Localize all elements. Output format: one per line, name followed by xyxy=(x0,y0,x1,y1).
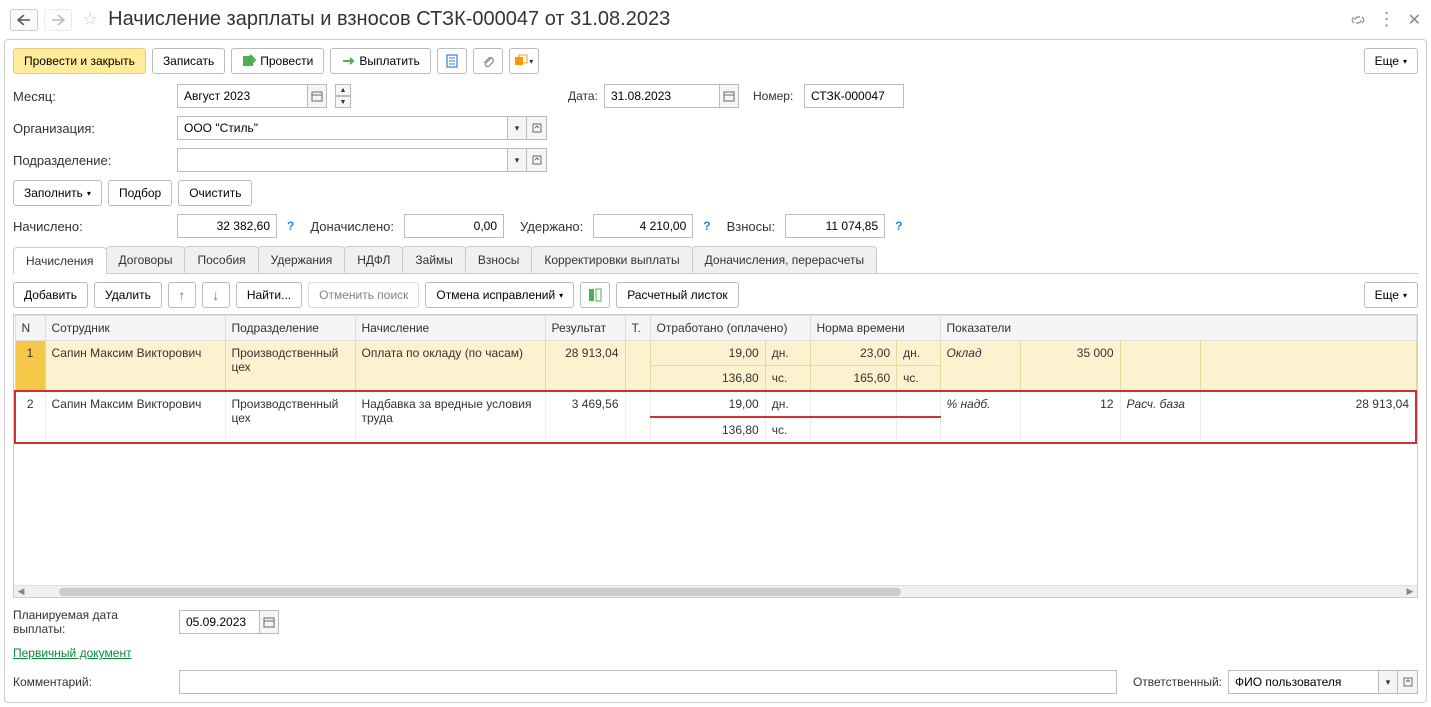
accrued-label: Начислено: xyxy=(13,219,171,234)
plan-date-calendar-button[interactable] xyxy=(259,610,279,634)
payslip-button[interactable]: Расчетный листок xyxy=(616,282,738,308)
withheld-label: Удержано: xyxy=(520,219,583,234)
tab-deductions[interactable]: Удержания xyxy=(258,246,346,273)
add-row-button[interactable]: Добавить xyxy=(13,282,88,308)
tab-accruals[interactable]: Начисления xyxy=(13,247,107,274)
move-up-button[interactable]: ↑ xyxy=(168,282,196,308)
move-down-button[interactable]: ↓ xyxy=(202,282,230,308)
dept-label: Подразделение: xyxy=(13,153,171,168)
comment-label: Комментарий: xyxy=(13,675,173,689)
date-calendar-button[interactable] xyxy=(719,84,739,108)
col-norm[interactable]: Норма времени xyxy=(810,316,940,341)
contrib-value[interactable] xyxy=(785,214,885,238)
tab-payment-corrections[interactable]: Корректировки выплаты xyxy=(531,246,692,273)
clear-button[interactable]: Очистить xyxy=(178,180,252,206)
col-worked[interactable]: Отработано (оплачено) xyxy=(650,316,810,341)
show-details-button[interactable] xyxy=(580,282,610,308)
contrib-label: Взносы: xyxy=(727,219,776,234)
cancel-find-button: Отменить поиск xyxy=(308,282,419,308)
cancel-corrections-button[interactable]: Отмена исправлений ▾ xyxy=(425,282,574,308)
month-label: Месяц: xyxy=(13,89,171,104)
tab-contributions[interactable]: Взносы xyxy=(465,246,532,273)
addl-accrued-value[interactable] xyxy=(404,214,504,238)
col-indicators[interactable]: Показатели xyxy=(940,316,1416,341)
responsible-label: Ответственный: xyxy=(1133,675,1222,689)
col-accrual[interactable]: Начисление xyxy=(355,316,545,341)
more-button[interactable]: Еще ▾ xyxy=(1364,48,1418,74)
responsible-input[interactable] xyxy=(1228,670,1378,694)
write-button[interactable]: Записать xyxy=(152,48,225,74)
withheld-help-icon[interactable]: ? xyxy=(703,219,710,233)
dept-input[interactable] xyxy=(177,148,507,172)
nav-forward-button[interactable] xyxy=(44,9,72,31)
delete-row-button[interactable]: Удалить xyxy=(94,282,162,308)
withheld-value[interactable] xyxy=(593,214,693,238)
month-input[interactable] xyxy=(177,84,307,108)
comment-input[interactable] xyxy=(179,670,1117,694)
close-icon[interactable]: ✕ xyxy=(1408,10,1421,30)
favorite-star-icon[interactable]: ☆ xyxy=(82,9,98,30)
primary-document-link[interactable]: Первичный документ xyxy=(13,646,132,660)
tab-loans[interactable]: Займы xyxy=(402,246,466,273)
pay-button[interactable]: Выплатить xyxy=(330,48,431,74)
table-more-button[interactable]: Еще ▾ xyxy=(1364,282,1418,308)
accrued-help-icon[interactable]: ? xyxy=(287,219,294,233)
tab-benefits[interactable]: Пособия xyxy=(184,246,258,273)
col-n[interactable]: N xyxy=(15,316,45,341)
org-open-button[interactable] xyxy=(527,116,547,140)
contrib-help-icon[interactable]: ? xyxy=(895,219,902,233)
addl-accrued-label: Доначислено: xyxy=(310,219,394,234)
tab-recalculations[interactable]: Доначисления, перерасчеты xyxy=(692,246,877,273)
dept-dropdown-button[interactable]: ▾ xyxy=(507,148,527,172)
col-t[interactable]: Т. xyxy=(625,316,650,341)
col-dept[interactable]: Подразделение xyxy=(225,316,355,341)
create-based-icon-button[interactable]: ▾ xyxy=(509,48,539,74)
date-input[interactable] xyxy=(604,84,719,108)
page-title: Начисление зарплаты и взносов СТЗК-00004… xyxy=(108,8,1343,31)
table-row[interactable]: 1 Сапин Максим Викторович Производственн… xyxy=(15,341,1416,366)
tab-contracts[interactable]: Договоры xyxy=(106,246,186,273)
responsible-open-button[interactable] xyxy=(1398,670,1418,694)
pick-button[interactable]: Подбор xyxy=(108,180,172,206)
attachment-icon-button[interactable] xyxy=(473,48,503,74)
col-employee[interactable]: Сотрудник xyxy=(45,316,225,341)
date-label: Дата: xyxy=(568,89,598,103)
plan-date-label: Планируемая дата выплаты: xyxy=(13,608,173,636)
fill-button[interactable]: Заполнить ▾ xyxy=(13,180,102,206)
number-input[interactable] xyxy=(804,84,904,108)
org-input[interactable] xyxy=(177,116,507,140)
table-row[interactable]: 2 Сапин Максим Викторович Производственн… xyxy=(15,391,1416,417)
month-up-button[interactable]: ▲ xyxy=(335,84,351,96)
accruals-table[interactable]: N Сотрудник Подразделение Начисление Рез… xyxy=(14,315,1417,444)
org-label: Организация: xyxy=(13,121,171,136)
accrued-value[interactable] xyxy=(177,214,277,238)
post-and-close-button[interactable]: Провести и закрыть xyxy=(13,48,146,74)
nav-back-button[interactable] xyxy=(10,9,38,31)
plan-date-input[interactable] xyxy=(179,610,259,634)
responsible-dropdown-button[interactable]: ▾ xyxy=(1378,670,1398,694)
horizontal-scrollbar[interactable]: ◀ ▶ xyxy=(14,585,1417,597)
post-button[interactable]: Провести xyxy=(231,48,324,74)
org-dropdown-button[interactable]: ▾ xyxy=(507,116,527,140)
report-icon-button[interactable] xyxy=(437,48,467,74)
dept-open-button[interactable] xyxy=(527,148,547,172)
month-calendar-button[interactable] xyxy=(307,84,327,108)
col-result[interactable]: Результат xyxy=(545,316,625,341)
find-button[interactable]: Найти... xyxy=(236,282,302,308)
number-label: Номер: xyxy=(753,89,798,103)
more-menu-icon[interactable]: ⋮ xyxy=(1378,9,1396,30)
tab-ndfl[interactable]: НДФЛ xyxy=(344,246,403,273)
month-down-button[interactable]: ▼ xyxy=(335,96,351,108)
link-icon[interactable] xyxy=(1350,12,1366,28)
